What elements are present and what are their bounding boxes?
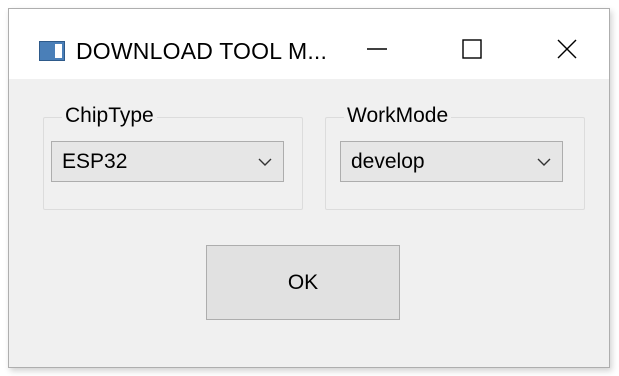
chiptype-select[interactable]: ESP32 [51,141,284,182]
close-icon [557,39,577,59]
workmode-group: WorkMode develop [325,104,585,210]
download-tool-window: DOWNLOAD TOOL M... ChipType ESP32 WorkMo… [8,8,610,368]
minimize-icon [367,48,387,50]
app-window-icon [39,41,65,61]
maximize-icon [462,39,482,59]
maximize-button[interactable] [449,27,495,71]
chiptype-group: ChipType ESP32 [43,104,303,210]
chevron-down-icon [258,158,272,166]
workmode-label: WorkMode [344,104,452,128]
title-bar[interactable]: DOWNLOAD TOOL M... [9,9,609,79]
chevron-down-icon [537,158,551,166]
workmode-select[interactable]: develop [340,141,563,182]
chiptype-label: ChipType [62,104,157,128]
workmode-value: develop [351,150,425,173]
ok-button[interactable]: OK [206,245,400,320]
chiptype-value: ESP32 [62,150,128,173]
window-title: DOWNLOAD TOOL M... [76,38,328,64]
close-button[interactable] [544,27,590,71]
minimize-button[interactable] [354,27,400,71]
